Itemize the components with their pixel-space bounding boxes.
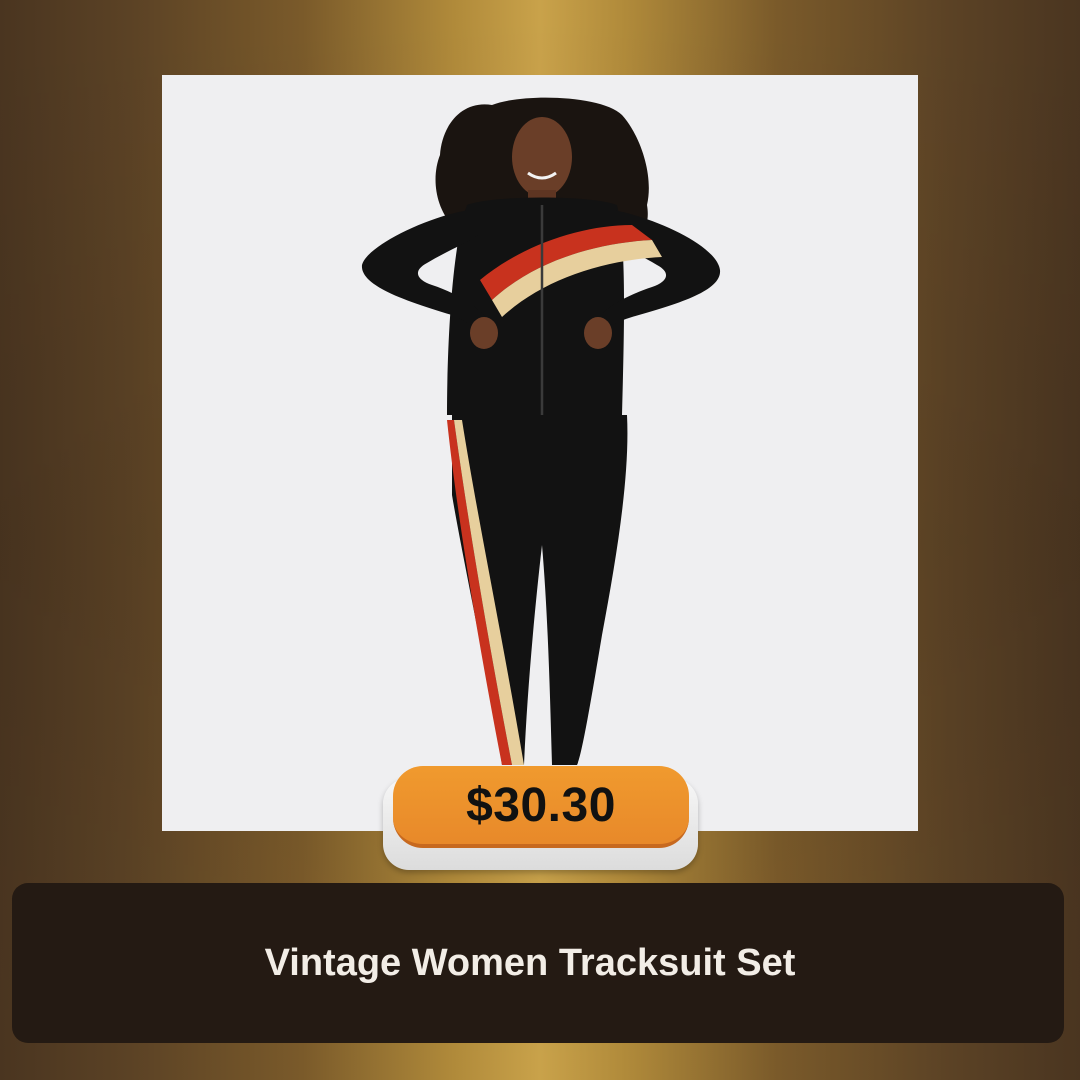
product-title-bar: Vintage Women Tracksuit Set (12, 883, 1064, 1043)
product-photo (361, 97, 721, 765)
product-title: Vintage Women Tracksuit Set (264, 941, 796, 984)
price-label: $30.30 (466, 778, 616, 832)
price-badge: $30.30 (393, 766, 689, 848)
product-image-card (162, 75, 918, 831)
